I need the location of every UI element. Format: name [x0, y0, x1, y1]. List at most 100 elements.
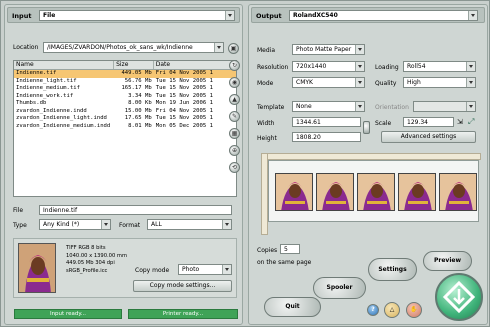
- loading-select[interactable]: Roll54: [403, 61, 476, 72]
- format-select[interactable]: ALL: [147, 219, 232, 230]
- vertical-ruler: [261, 153, 268, 235]
- preview-button[interactable]: Preview: [423, 251, 472, 271]
- info-line: 449.05 Mb 304 dpi: [66, 260, 115, 266]
- type-select[interactable]: Any Kind (*): [39, 219, 111, 230]
- quality-select[interactable]: High: [403, 77, 476, 88]
- printer-select[interactable]: RolandXC540: [289, 10, 478, 21]
- file-date: Fri 04 Nov 2005 1: [155, 107, 214, 114]
- height-label: Height: [257, 135, 277, 142]
- copy-thumbnail: [357, 173, 395, 211]
- file-name-field[interactable]: Indienne.tif: [39, 205, 232, 215]
- orientation-label: Orientation: [375, 104, 409, 111]
- file-name: Thumbs.db: [16, 100, 47, 106]
- file-row[interactable]: zvardon_Indienne.indd 15.00 Mb Fri 04 Nov …: [14, 108, 236, 116]
- location-label: Location: [13, 44, 39, 51]
- folder-icon[interactable]: ▣: [228, 43, 239, 54]
- printer-status-bar: Printer ready...: [128, 309, 238, 319]
- file-size: 8.01 Mb: [128, 122, 152, 129]
- file-date: Mon 19 Jun 2006 1: [155, 100, 214, 106]
- file-name: zvardon_Indienne_medium.indd: [16, 122, 111, 129]
- file-name: Indienne.tif: [16, 70, 57, 76]
- width-label: Width: [257, 120, 275, 127]
- quality-label: Quality: [375, 80, 397, 87]
- file-name: zvardon_Indienne_light.indd: [16, 115, 107, 121]
- print-button[interactable]: [435, 273, 483, 321]
- scale-field[interactable]: 129.34: [403, 117, 454, 127]
- mode-select[interactable]: CMYK: [292, 77, 365, 88]
- file-size: 15.00 Mb: [124, 107, 152, 114]
- fit-icon[interactable]: ⤢: [468, 117, 474, 127]
- width-field[interactable]: 1344.61: [292, 117, 361, 127]
- eye-icon[interactable]: ◉: [229, 77, 240, 88]
- preview-image: [18, 243, 56, 293]
- file-size: 165.17 Mb: [121, 85, 152, 91]
- input-panel: Input File Location /IMAGES/ZVARDON/Phot…: [4, 4, 243, 325]
- copy-thumbnail: [398, 173, 436, 211]
- file-row[interactable]: zvardon_Indienne_medium.indd 8.01 Mb Mon 0…: [14, 123, 236, 131]
- resolution-select[interactable]: 720x1440: [292, 61, 365, 72]
- input-label: Input: [12, 12, 32, 20]
- info-line: TIFF RGB 8 bits: [66, 245, 106, 251]
- file-size: 8.00 Kb: [128, 100, 152, 106]
- input-status-bar: Input ready...: [14, 309, 122, 319]
- same-page-label: on the same page: [257, 259, 312, 266]
- file-list[interactable]: Name Size Date Indienne.tif 449.05 Mb Fri …: [13, 60, 237, 197]
- up-icon[interactable]: ▲: [229, 94, 240, 105]
- output-header: Output RolandXC540: [251, 7, 485, 23]
- file-row[interactable]: Thumbs.db 8.00 Kb Mon 19 Jun 2006 1: [14, 100, 236, 108]
- rip-window: Input File Location /IMAGES/ZVARDON/Phot…: [0, 0, 490, 327]
- height-field[interactable]: 1808.20: [292, 132, 361, 142]
- column-name[interactable]: Name: [14, 61, 115, 69]
- layout-preview[interactable]: [268, 160, 479, 222]
- file-row[interactable]: Indienne_medium.tif 165.17 Mb Tue 15 Nov 2…: [14, 85, 236, 93]
- scale-percent-icon[interactable]: ⇲: [457, 118, 463, 126]
- location-path-select[interactable]: /IMAGES/ZVARDON/Photos_ok_sans_wk/Indien…: [43, 42, 224, 53]
- file-name: Indienne_work.tif: [16, 92, 74, 99]
- scale-label: Scale: [375, 120, 392, 127]
- file-size: 17.65 Mb: [124, 115, 152, 121]
- file-date: Tue 15 Nov 2005 1: [155, 115, 214, 121]
- file-size: 449.05 Mb: [121, 70, 152, 76]
- format-label: Format: [119, 222, 141, 229]
- input-source-select[interactable]: File: [39, 10, 235, 21]
- template-label: Template: [257, 104, 285, 111]
- output-label: Output: [256, 12, 282, 20]
- file-row[interactable]: Indienne.tif 449.05 Mb Fri 04 Nov 2005 1: [14, 70, 236, 78]
- file-row[interactable]: Indienne_light.tif 56.76 Mb Tue 15 Nov 200…: [14, 78, 236, 86]
- template-select[interactable]: None: [292, 101, 365, 112]
- copy-mode-settings-button[interactable]: Copy mode settings...: [133, 280, 232, 292]
- column-size[interactable]: Size: [114, 61, 154, 69]
- grid-icon[interactable]: ▦: [229, 128, 240, 139]
- resolution-label: Resolution: [257, 64, 289, 71]
- file-row[interactable]: Indienne_work.tif 3.34 Mb Tue 15 Nov 2005 …: [14, 93, 236, 101]
- info-line: sRGB_Profile.icc: [66, 267, 108, 274]
- copy-thumbnail: [275, 173, 313, 211]
- help-icon[interactable]: ?: [367, 304, 379, 316]
- info-line: 1040.00 x 1390.00 mm: [66, 252, 128, 259]
- media-select[interactable]: Photo Matte Paper: [292, 44, 365, 55]
- warning-icon[interactable]: △: [384, 302, 400, 318]
- file-size: 3.34 Mb: [128, 92, 152, 99]
- mode-label: Mode: [257, 80, 274, 87]
- refresh-icon[interactable]: ↻: [229, 60, 240, 71]
- column-date[interactable]: Date: [154, 61, 236, 69]
- zoom-icon[interactable]: ⊕: [229, 145, 240, 156]
- rotate-icon[interactable]: ⟲: [229, 162, 240, 173]
- stop-icon[interactable]: ✋: [406, 302, 422, 318]
- file-name: Indienne_light.tif: [16, 77, 77, 84]
- orientation-select[interactable]: [413, 101, 476, 112]
- loading-label: Loading: [375, 64, 399, 71]
- advanced-settings-button[interactable]: Advanced settings: [381, 131, 476, 143]
- type-label: Type: [13, 222, 27, 229]
- file-label: File: [13, 207, 24, 214]
- quit-button[interactable]: Quit: [264, 297, 321, 317]
- copy-mode-select[interactable]: Photo: [178, 264, 232, 275]
- link-icon[interactable]: [363, 121, 370, 134]
- copy-thumbnail: [316, 173, 354, 211]
- file-list-header: Name Size Date: [14, 61, 236, 70]
- copies-field[interactable]: 5: [280, 244, 300, 254]
- pencil-icon[interactable]: ✎: [229, 111, 240, 122]
- spooler-button[interactable]: Spooler: [313, 277, 366, 299]
- settings-button[interactable]: Settings: [368, 258, 417, 281]
- file-row[interactable]: zvardon_Indienne_light.indd 17.65 Mb Tue 1…: [14, 115, 236, 123]
